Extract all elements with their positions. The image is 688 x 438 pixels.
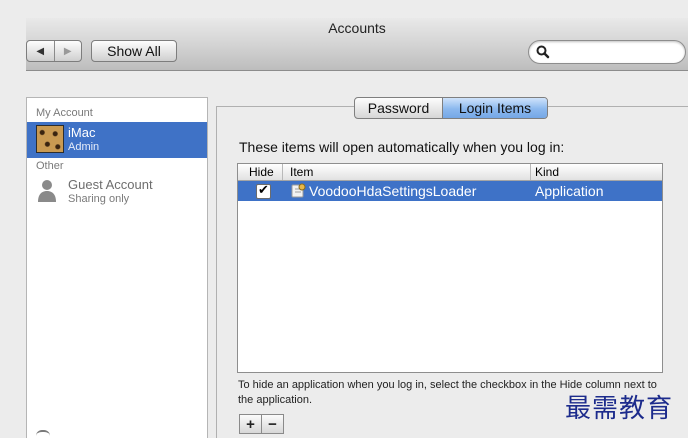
column-header-item[interactable]: Item [290,165,313,179]
leopard-avatar [36,125,64,153]
account-role: Admin [68,141,100,153]
my-account-header: My Account [36,107,93,119]
accounts-window: Accounts ◀ ▶ Show All My Account iMac Ad… [0,0,688,438]
guest-account-role: Sharing only [68,193,130,205]
search-input[interactable] [553,43,681,61]
magnifier-icon [536,45,550,59]
checkmark-icon: ✔ [258,182,269,197]
search-field[interactable] [528,40,686,64]
hide-checkbox[interactable]: ✔ [256,182,271,199]
table-header: Hide Item Kind [238,164,662,181]
add-remove-control: + − [239,414,284,434]
item-kind: Application [535,183,604,199]
watermark: 最需教育 [565,394,674,424]
remove-item-button[interactable]: − [261,415,283,433]
column-divider [282,164,283,180]
column-header-kind[interactable]: Kind [535,165,559,179]
guest-account-name: Guest Account [68,177,153,192]
lock-icon[interactable] [36,430,50,438]
account-item-imac[interactable]: iMac Admin [27,122,207,158]
forward-button[interactable]: ▶ [53,41,82,61]
back-button[interactable]: ◀ [27,41,54,61]
item-name: VoodooHdaSettingsLoader [309,183,477,199]
accounts-sidebar: My Account iMac Admin Other Guest Accoun… [26,97,208,438]
app-icon [291,183,306,198]
add-item-button[interactable]: + [240,415,261,433]
table-row[interactable]: ✔ VoodooHdaSettingsLoader Application [238,181,662,201]
account-name: iMac [68,125,96,140]
login-items-table[interactable]: Hide Item Kind ✔ VoodooHdaSettingsLoader… [237,163,663,373]
show-all-button[interactable]: Show All [91,40,177,62]
window-title: Accounts [328,20,386,36]
toolbar: Accounts ◀ ▶ Show All [26,18,688,71]
column-divider [530,164,531,180]
other-header: Other [36,160,64,172]
account-item-guest[interactable]: Guest Account Sharing only [27,175,207,211]
tab-password[interactable]: Password [355,98,443,118]
tab-login-items[interactable]: Login Items [443,98,547,118]
nav-segmented-control: ◀ ▶ [26,40,82,62]
person-silhouette-icon [38,180,56,202]
column-header-hide[interactable]: Hide [249,165,274,179]
login-items-heading: These items will open automatically when… [239,139,565,155]
tab-bar: Password Login Items [354,97,548,119]
